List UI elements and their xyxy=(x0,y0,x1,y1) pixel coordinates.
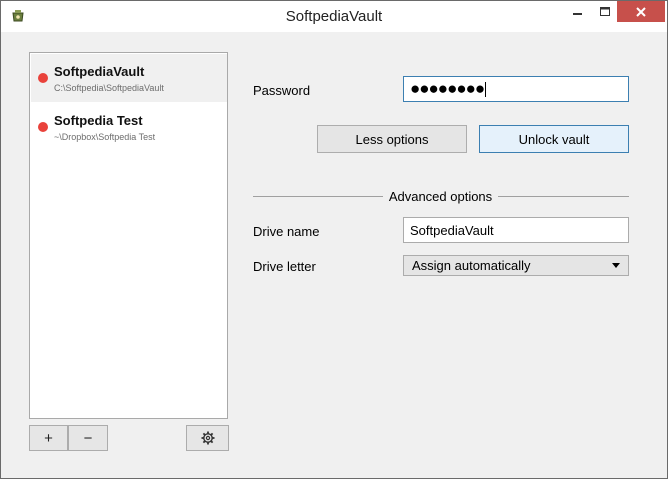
drive-letter-label: Drive letter xyxy=(253,259,316,274)
remove-vault-button[interactable]: − xyxy=(68,425,108,451)
vault-path: C:\Softpedia\SoftpediaVault xyxy=(54,83,164,93)
vault-name: SoftpediaVault xyxy=(54,64,145,79)
vault-path: ~\Dropbox\Softpedia Test xyxy=(54,132,156,142)
vault-status-dot xyxy=(38,122,48,132)
vault-list-item-softpedia-test[interactable]: Softpedia Test ~\Dropbox\Softpedia Test xyxy=(31,103,227,151)
add-vault-button[interactable]: + xyxy=(29,425,68,451)
separator-line xyxy=(253,196,383,197)
drive-name-label: Drive name xyxy=(253,224,320,239)
vault-list[interactable]: SoftpediaVault C:\Softpedia\SoftpediaVau… xyxy=(29,52,228,419)
maximize-button[interactable] xyxy=(590,1,619,22)
password-value: ●●●●●●●● xyxy=(410,79,485,98)
drive-letter-value: Assign automatically xyxy=(412,258,531,273)
close-button[interactable] xyxy=(617,1,665,22)
vault-status-dot xyxy=(38,73,48,83)
separator-line xyxy=(498,196,629,197)
drive-letter-select[interactable]: Assign automatically xyxy=(403,255,629,276)
title-bar[interactable]: SoftpediaVault xyxy=(1,1,667,32)
text-caret xyxy=(485,81,487,97)
gear-icon xyxy=(201,431,214,445)
settings-button[interactable] xyxy=(186,425,229,451)
maximize-icon xyxy=(599,6,610,16)
less-options-button[interactable]: Less options xyxy=(317,125,467,153)
close-icon xyxy=(636,6,646,17)
password-input[interactable]: ●●●●●●●● xyxy=(403,76,629,102)
app-window: SoftpediaVault SoftpediaVault C:\Softped… xyxy=(0,0,668,479)
vault-list-item-softpediavault[interactable]: SoftpediaVault C:\Softpedia\SoftpediaVau… xyxy=(31,54,227,102)
vault-name: Softpedia Test xyxy=(54,113,143,128)
dropdown-arrow-icon xyxy=(612,263,620,268)
advanced-options-heading: Advanced options xyxy=(388,189,493,204)
minimize-button[interactable] xyxy=(563,1,592,22)
unlock-vault-button[interactable]: Unlock vault xyxy=(479,125,629,153)
drive-name-input[interactable]: SoftpediaVault xyxy=(403,217,629,243)
minimize-icon xyxy=(572,12,582,15)
password-label: Password xyxy=(253,83,311,98)
